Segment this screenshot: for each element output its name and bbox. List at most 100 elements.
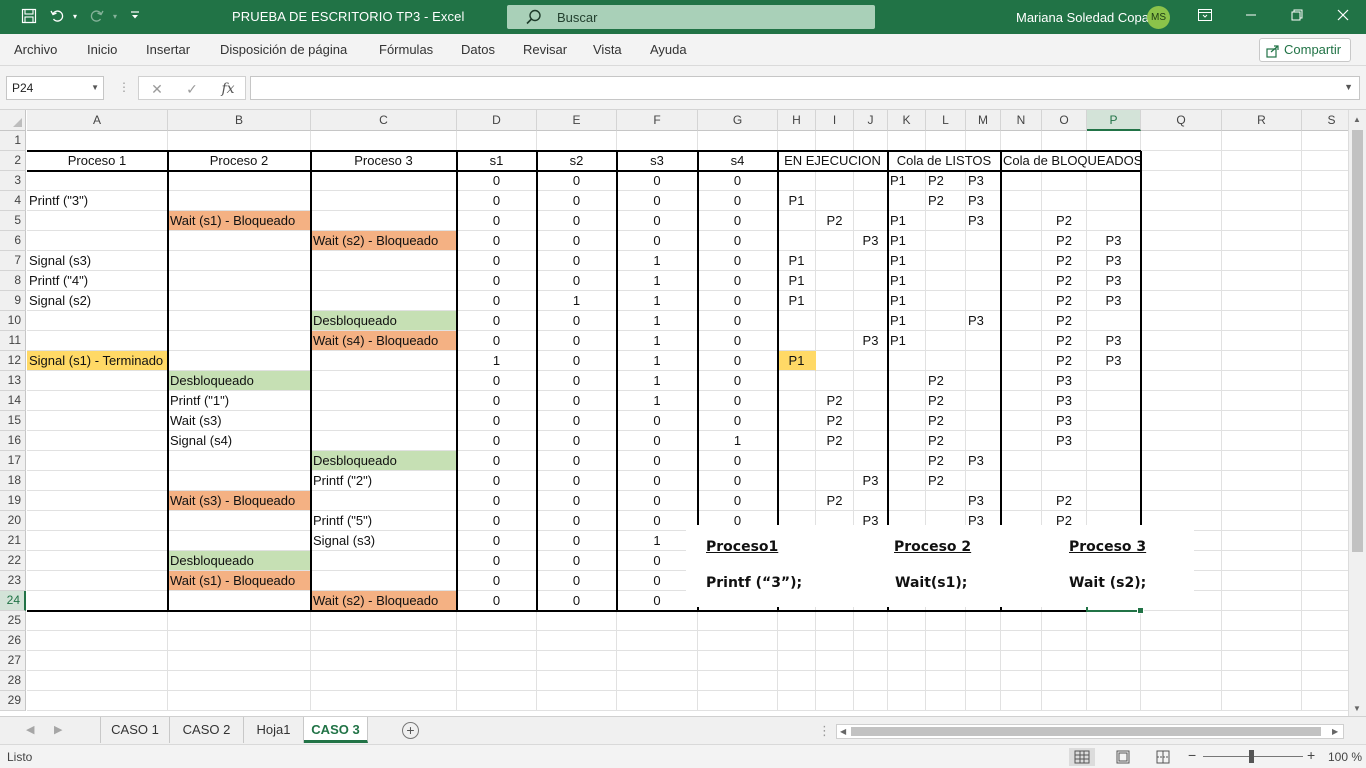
cell-n10[interactable] [1001,311,1042,331]
cell-queue-l[interactable]: P2 [926,391,966,411]
column-header-d[interactable]: D [457,110,537,131]
row-header-23[interactable]: 23 [0,571,26,591]
cell-semaphore-s3[interactable]: 0 [617,191,698,211]
zoom-slider-handle[interactable] [1249,750,1254,763]
column-header-o[interactable]: O [1042,110,1087,131]
column-header-m[interactable]: M [966,110,1001,131]
row-header-18[interactable]: 18 [0,471,26,491]
cell-e25[interactable] [537,611,617,631]
cell-o3[interactable] [1042,171,1087,191]
cell-o4[interactable] [1042,191,1087,211]
cell-h13[interactable] [778,371,816,391]
cell-n1[interactable] [1001,131,1042,151]
cell-queue-i[interactable]: P2 [816,391,854,411]
cell-b4[interactable] [168,191,311,211]
cell-semaphore-s1[interactable]: 0 [457,471,537,491]
cell-m13[interactable] [966,371,1001,391]
cell-h17[interactable] [778,451,816,471]
cell-m11[interactable] [966,331,1001,351]
cell-k1[interactable] [888,131,926,151]
customize-quick-access-icon[interactable] [126,8,144,26]
cell-c1[interactable] [311,131,457,151]
cell-r18[interactable] [1222,471,1302,491]
cancel-icon[interactable]: ✕ [145,79,169,99]
cell-queue-l[interactable]: P2 [926,431,966,451]
cell-proceso2-step[interactable]: Wait (s3) [168,411,311,431]
normal-view-icon[interactable] [1069,748,1095,766]
column-header-s[interactable]: S [1302,110,1348,131]
row-header-15[interactable]: 15 [0,411,26,431]
cell-s25[interactable] [1302,611,1348,631]
cell-m16[interactable] [966,431,1001,451]
zoom-level[interactable]: 100 % [1328,750,1362,764]
column-header-h[interactable]: H [778,110,816,131]
row-header-26[interactable]: 26 [0,631,26,651]
cell-j16[interactable] [854,431,888,451]
chevron-down-icon[interactable]: ▼ [91,77,99,99]
cell-semaphore-s1[interactable]: 0 [457,171,537,191]
cell-semaphore-s2[interactable]: 0 [537,211,617,231]
cell-semaphore-s2[interactable]: 0 [537,331,617,351]
cell-n3[interactable] [1001,171,1042,191]
cell-e27[interactable] [537,651,617,671]
cell-d25[interactable] [457,611,537,631]
cell-r21[interactable] [1222,531,1302,551]
row-header-19[interactable]: 19 [0,491,26,511]
cell-queue-m[interactable]: P3 [966,451,1001,471]
undo-icon[interactable] [48,8,66,26]
cell-r22[interactable] [1222,551,1302,571]
row-header-29[interactable]: 29 [0,691,26,711]
cell-i28[interactable] [816,671,854,691]
cell-semaphore-s2[interactable]: 0 [537,311,617,331]
tab-inicio[interactable]: Inicio [87,42,117,57]
zoom-out-icon[interactable]: − [1188,747,1196,763]
cell-a5[interactable] [27,211,168,231]
minimize-icon[interactable] [1240,6,1262,28]
cell-i6[interactable] [816,231,854,251]
cell-semaphore-s4[interactable]: 0 [698,211,778,231]
cell-s17[interactable] [1302,451,1348,471]
cell-p10[interactable] [1087,311,1141,331]
cell-b9[interactable] [168,291,311,311]
cell-semaphore-s1[interactable]: 0 [457,531,537,551]
user-name[interactable]: Mariana Soledad Copa [1016,10,1149,25]
cell-semaphore-s2[interactable]: 0 [537,511,617,531]
row-header-6[interactable]: 6 [0,231,26,251]
cell-c19[interactable] [311,491,457,511]
cell-a10[interactable] [27,311,168,331]
cell-n11[interactable] [1001,331,1042,351]
cell-d29[interactable] [457,691,537,711]
cell-proceso3-step[interactable]: Wait (s2) - Bloqueado [311,591,457,611]
cell-queue-j[interactable]: P3 [854,231,888,251]
cell-semaphore-s1[interactable]: 0 [457,271,537,291]
cell-r13[interactable] [1222,371,1302,391]
tab-formulas[interactable]: Fórmulas [379,42,433,57]
cell-semaphore-s3[interactable]: 1 [617,331,698,351]
cell-j9[interactable] [854,291,888,311]
cell-semaphore-s1[interactable]: 1 [457,351,537,371]
cell-g27[interactable] [698,651,778,671]
cell-queue-o[interactable]: P2 [1042,251,1087,271]
cell-semaphore-s1[interactable]: 0 [457,291,537,311]
cell-proceso3-step[interactable]: Printf ("2") [311,471,457,491]
cell-b10[interactable] [168,311,311,331]
cell-e29[interactable] [537,691,617,711]
cell-r26[interactable] [1222,631,1302,651]
cell-semaphore-s3[interactable]: 0 [617,431,698,451]
header-s3[interactable]: s3 [617,151,698,171]
cell-semaphore-s2[interactable]: 0 [537,531,617,551]
header-s1[interactable]: s1 [457,151,537,171]
cell-s8[interactable] [1302,271,1348,291]
cell-semaphore-s3[interactable]: 1 [617,351,698,371]
cell-l25[interactable] [926,611,966,631]
cell-proceso2-step[interactable]: Wait (s1) - Bloqueado [168,571,311,591]
cell-n27[interactable] [1001,651,1042,671]
cell-semaphore-s2[interactable]: 0 [537,431,617,451]
cell-n28[interactable] [1001,671,1042,691]
cell-h5[interactable] [778,211,816,231]
cell-queue-l[interactable]: P2 [926,371,966,391]
cell-k12[interactable] [888,351,926,371]
cell-f27[interactable] [617,651,698,671]
cell-semaphore-s4[interactable]: 0 [698,231,778,251]
cell-queue-j[interactable]: P3 [854,471,888,491]
